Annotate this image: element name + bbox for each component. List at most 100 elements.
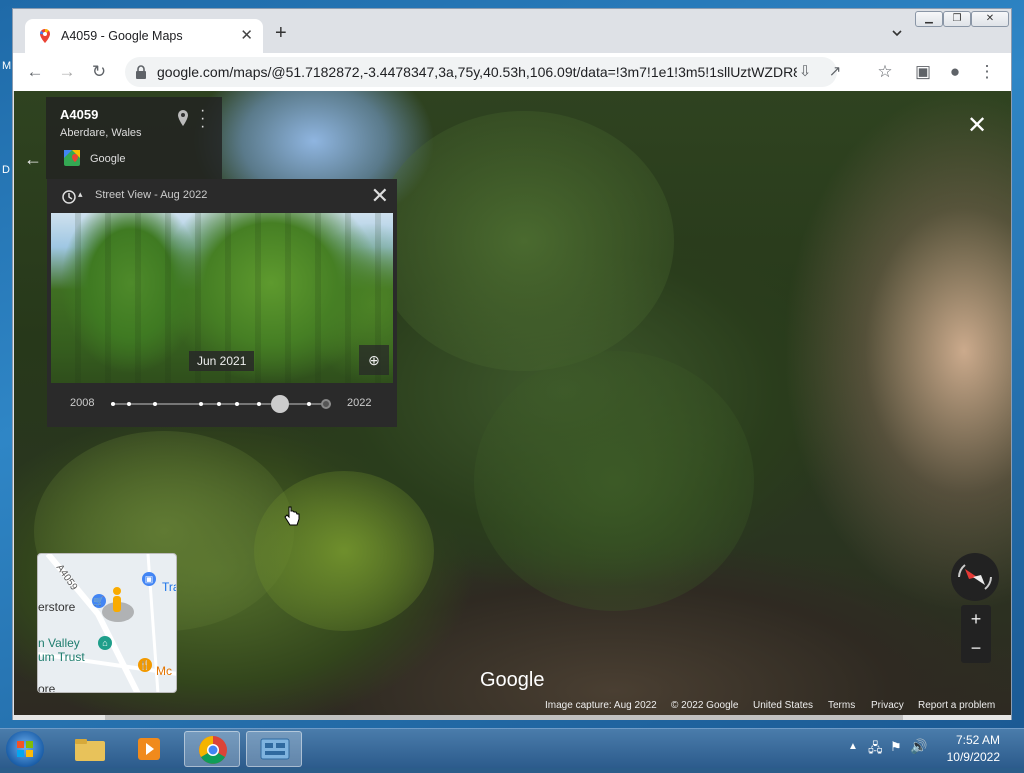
close-street-view-icon[interactable]: ✕	[967, 111, 987, 140]
attribution-footer: Image capture: Aug 2022 © 2022 Google Un…	[14, 697, 1011, 715]
privacy-link[interactable]: Privacy	[871, 700, 904, 711]
menu-kebab-icon[interactable]: ⋮	[977, 62, 997, 82]
timeline-dot[interactable]	[235, 402, 239, 406]
forward-icon[interactable]: →	[57, 62, 77, 82]
mini-map[interactable]: A4059 erstore n Valley um Trust Mc Tra o…	[37, 553, 177, 693]
media-player-icon	[138, 738, 160, 760]
zoom-in-button[interactable]: +	[961, 605, 991, 634]
region-link[interactable]: United States	[753, 700, 813, 711]
address-bar[interactable]: google.com/maps/@51.7182872,-3.4478347,3…	[125, 57, 841, 87]
copyright-text: © 2022 Google	[671, 700, 739, 711]
new-tab-button[interactable]: +	[275, 23, 287, 43]
close-icon[interactable]: ✕	[371, 183, 389, 209]
url-text: google.com/maps/@51.7182872,-3.4478347,3…	[157, 64, 797, 80]
zoom-in-preview-icon[interactable]: ⊕	[359, 345, 389, 375]
taskbar-explorer[interactable]	[62, 731, 118, 767]
side-panel-icon[interactable]: ▣	[913, 62, 933, 82]
compass-icon[interactable]	[951, 553, 999, 601]
timeline-end-year: 2022	[347, 397, 372, 409]
tab-title: A4059 - Google Maps	[61, 29, 183, 43]
chrome-icon	[199, 736, 227, 764]
clock-time[interactable]: 7:52 AM	[956, 733, 1000, 747]
timeline-dot[interactable]	[153, 402, 157, 406]
pegman-icon[interactable]	[110, 586, 124, 614]
horizontal-scrollbar[interactable]	[13, 715, 1011, 720]
tab-google-maps[interactable]: A4059 - Google Maps ✕	[25, 19, 263, 53]
google-maps-icon	[64, 150, 80, 166]
road-name: A4059	[60, 107, 99, 122]
share-icon[interactable]: ↗	[825, 62, 845, 82]
profile-avatar-icon[interactable]: ●	[945, 62, 965, 82]
museum-icon: ⌂	[98, 636, 112, 650]
foliage	[374, 111, 674, 371]
mini-map-label: n Valley	[38, 636, 80, 650]
mini-map-label: ore	[38, 682, 56, 693]
more-options-icon[interactable]: · · ·	[200, 103, 205, 135]
volume-icon[interactable]: 🔊	[910, 738, 927, 755]
street-view-date-title: Street View - Aug 2022	[95, 189, 208, 201]
tab-close-icon[interactable]: ✕	[240, 26, 253, 44]
mini-map-label: erstore	[38, 600, 76, 614]
caret-up-icon[interactable]: ▴	[78, 189, 83, 200]
mini-map-label: Mc	[156, 664, 172, 678]
image-capture-date: Image capture: Aug 2022	[545, 700, 657, 711]
place-name: Aberdare, Wales	[60, 127, 142, 139]
timeline-dot[interactable]	[111, 402, 115, 406]
back-arrow-icon[interactable]: ←	[24, 149, 42, 170]
scrollbar-thumb[interactable]	[105, 715, 903, 720]
back-icon[interactable]: ←	[25, 62, 45, 82]
google-watermark: Google	[480, 669, 545, 691]
lock-icon[interactable]	[135, 65, 147, 79]
timeline-dot[interactable]	[257, 402, 261, 406]
time-travel-header: ▴ Street View - Aug 2022 ✕	[47, 179, 397, 213]
timeline-dot[interactable]	[199, 402, 203, 406]
timeline-thumb[interactable]	[271, 395, 290, 413]
time-travel-panel: ▴ Street View - Aug 2022 ✕ Jun 2021 ⊕ 20…	[47, 179, 397, 427]
street-view-panorama[interactable]: ← A4059 Aberdare, Wales Google · · · ▴ S…	[14, 91, 1011, 715]
desktop-glyph: M	[2, 60, 12, 72]
maximize-button[interactable]: ❐	[943, 11, 971, 27]
timeline-dot[interactable]	[217, 402, 221, 406]
toolbar: ← → ↻ google.com/maps/@51.7182872,-3.447…	[13, 53, 1011, 91]
windows-logo-icon	[17, 741, 33, 757]
timeline-dot[interactable]	[307, 402, 311, 406]
install-icon[interactable]: ⇩	[795, 62, 815, 82]
reload-icon[interactable]: ↻	[89, 62, 109, 82]
historical-preview-image[interactable]: Jun 2021 ⊕	[51, 213, 393, 383]
taskbar-chrome[interactable]	[184, 731, 240, 767]
history-clock-icon[interactable]	[61, 189, 77, 205]
timeline-current-marker[interactable]	[321, 399, 331, 409]
taskbar-control-panel[interactable]	[246, 731, 302, 767]
mini-map-label: um Trust	[38, 650, 85, 664]
timeline-start-year: 2008	[70, 397, 95, 409]
hand-cursor-icon	[284, 506, 300, 526]
map-pin-icon[interactable]	[176, 109, 190, 127]
preview-date: Jun 2021	[189, 351, 255, 371]
window-close-button[interactable]: ✕	[971, 11, 1009, 27]
chevron-down-icon[interactable]	[891, 27, 903, 39]
action-center-flag-icon[interactable]: ⚑	[890, 739, 902, 755]
control-panel-icon	[260, 738, 290, 760]
provider-name: Google	[90, 153, 126, 165]
show-hidden-icons[interactable]: ▲	[848, 741, 858, 752]
terms-link[interactable]: Terms	[828, 700, 855, 711]
clock-date[interactable]: 10/9/2022	[947, 750, 1000, 764]
start-button[interactable]	[6, 731, 44, 767]
foliage	[254, 471, 434, 631]
tab-strip: A4059 - Google Maps ✕ + ▁ ❐ ✕	[13, 9, 1011, 53]
report-problem-link[interactable]: Report a problem	[918, 700, 995, 711]
timeline-dot[interactable]	[127, 402, 131, 406]
browser-window: A4059 - Google Maps ✕ + ▁ ❐ ✕ ← → ↻ goog…	[12, 8, 1012, 720]
folder-icon	[75, 739, 105, 761]
zoom-out-button[interactable]: −	[961, 634, 991, 663]
minimize-button[interactable]: ▁	[915, 11, 943, 27]
timeline-slider[interactable]: 2008 2022	[47, 383, 397, 427]
foliage	[474, 351, 754, 611]
bookmark-star-icon[interactable]: ☆	[875, 62, 895, 82]
desktop-glyph: D	[2, 164, 10, 176]
restaurant-icon: 🍴	[138, 658, 152, 672]
network-icon[interactable]: 🖧	[868, 739, 883, 761]
timeline-track[interactable]	[111, 395, 331, 413]
taskbar-media-player[interactable]	[122, 731, 178, 767]
location-info-card: A4059 Aberdare, Wales Google · · ·	[46, 97, 222, 179]
